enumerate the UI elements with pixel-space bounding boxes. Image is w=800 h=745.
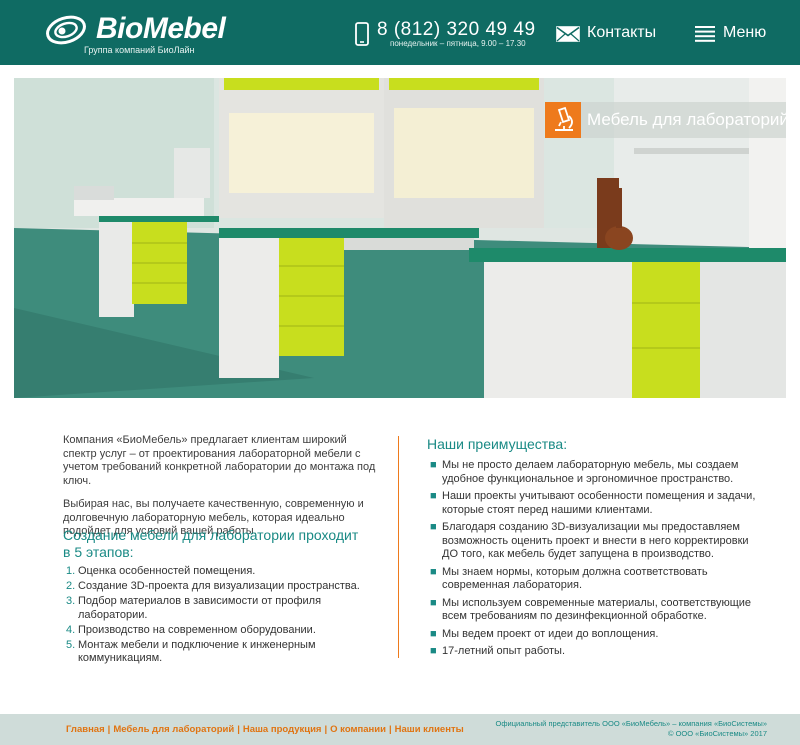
stage-item: 3. Подбор материалов в зависимости от про…	[63, 595, 393, 622]
menu-label: Меню	[723, 24, 767, 41]
advantages-list: ■ Мы не просто делаем лабораторную мебель…	[427, 459, 767, 663]
footer-nav: Главная | Мебель для лабораторий | Наша прод…	[66, 724, 464, 735]
stage-item: 5. Монтаж мебели и подключение к инженерн…	[63, 639, 393, 666]
advantage-item: ■ Благодаря созданию 3D-визуализации мы п…	[427, 521, 767, 562]
microscope-icon	[545, 102, 581, 138]
stages-list: 1. Оценка особенностей помещения. 2. Созда…	[63, 565, 393, 667]
contacts-label: Контакты	[587, 24, 657, 41]
working-hours: понедельник – пятница, 9.00 – 17.30	[390, 39, 526, 48]
stage-number: 3.	[66, 595, 76, 607]
column-divider	[398, 436, 399, 658]
intro-paragraph-1: Компания «БиоМебель» предлагает клиентам…	[63, 434, 376, 487]
advantage-text: Мы ведем проект от идеи до воплощения.	[442, 627, 659, 640]
bullet-icon: ■	[430, 645, 437, 657]
advantage-item: ■ Наши проекты учитывают особенности поме…	[427, 490, 767, 517]
advantage-item: ■ Мы знаем нормы, которым должна соответс…	[427, 566, 767, 593]
advantage-text: Благодаря созданию 3D-визуализации мы пр…	[442, 521, 749, 560]
footer-legal: Официальный представитель ООО «БиоМебель…	[496, 719, 767, 739]
stage-text: Подбор материалов в зависимости от профи…	[78, 595, 322, 621]
stage-item: 1. Оценка особенностей помещения.	[63, 565, 393, 579]
phone-number[interactable]: 8 (812) 320 49 49	[377, 19, 536, 41]
bullet-icon: ■	[430, 459, 437, 471]
brand-tagline: Группа компаний БиоЛайн	[84, 45, 195, 55]
bullet-icon: ■	[430, 490, 437, 502]
stage-number: 2.	[66, 580, 76, 592]
hero-image: Мебель для лабораторий	[14, 78, 786, 398]
stage-number: 5.	[66, 638, 76, 651]
hamburger-menu-icon	[695, 26, 715, 42]
brand-name: BioMebel	[96, 12, 226, 45]
site-header: BioMebel Группа компаний БиоЛайн 8 (812)…	[0, 0, 800, 65]
footer-separator: |	[324, 724, 328, 735]
category-label: Мебель для лабораторий	[587, 110, 786, 129]
site-footer: Главная | Мебель для лабораторий | Наша прод…	[0, 714, 800, 745]
footer-link-home[interactable]: Главная	[66, 724, 105, 735]
phone-block: 8 (812) 320 49 49 понедельник – пятница,…	[355, 18, 545, 54]
advantage-text: Мы знаем нормы, которым должна соответст…	[442, 565, 708, 592]
stage-text: Монтаж мебели и подключение к инженерным…	[78, 638, 316, 665]
official-representative: Официальный представитель ООО «БиоМебель…	[495, 719, 767, 728]
footer-separator: |	[107, 724, 111, 735]
biomebel-logo-icon	[46, 15, 86, 45]
mobile-phone-icon	[355, 22, 369, 46]
advantage-item: ■ Мы используем современные материалы, со…	[427, 597, 767, 624]
footer-link-lab-furniture[interactable]: Мебель для лабораторий	[113, 724, 234, 735]
stage-text: Производство на современном оборудовании…	[78, 623, 316, 636]
category-badge[interactable]: Мебель для лабораторий	[545, 102, 786, 138]
advantage-text: 17-летний опыт работы.	[442, 645, 566, 657]
advantage-item: ■ Мы ведем проект от идеи до воплощения.	[427, 628, 767, 642]
advantage-item: ■ Мы не просто делаем лабораторную мебель…	[427, 459, 767, 486]
stages-heading: Создание мебели для лаборатории проходит…	[63, 527, 359, 560]
copyright: © ООО «БиоСистемы» 2017	[667, 729, 767, 738]
stage-text: Оценка особенностей помещения.	[78, 565, 256, 577]
bullet-icon: ■	[430, 596, 437, 609]
footer-separator: |	[237, 724, 240, 735]
stage-item: 2. Создание 3D-проекта для визуализации п…	[63, 580, 393, 594]
footer-link-about[interactable]: О компании	[330, 724, 386, 735]
logo[interactable]: BioMebel Группа компаний БиоЛайн	[44, 10, 234, 58]
advantage-text: Мы используем современные материалы, соо…	[442, 596, 752, 623]
stage-number: 4.	[66, 623, 76, 636]
bullet-icon: ■	[430, 521, 437, 533]
footer-link-products[interactable]: Наша продукция	[243, 724, 322, 735]
stage-number: 1.	[66, 565, 76, 577]
stage-text: Создание 3D-проекта для визуализации про…	[78, 580, 360, 592]
stage-item: 4. Производство на современном оборудован…	[63, 624, 393, 638]
footer-separator: |	[388, 724, 392, 735]
advantages-heading: Наши преимущества:	[427, 436, 568, 452]
advantage-text: Мы не просто делаем лабораторную мебель,…	[442, 459, 739, 485]
envelope-icon	[556, 26, 580, 42]
bullet-icon: ■	[430, 565, 437, 578]
footer-link-clients[interactable]: Наши клиенты	[395, 724, 464, 735]
advantage-text: Наши проекты учитывают особенности помещ…	[442, 490, 756, 516]
advantage-item: ■ 17-летний опыт работы.	[427, 645, 767, 659]
bullet-icon: ■	[430, 627, 437, 640]
